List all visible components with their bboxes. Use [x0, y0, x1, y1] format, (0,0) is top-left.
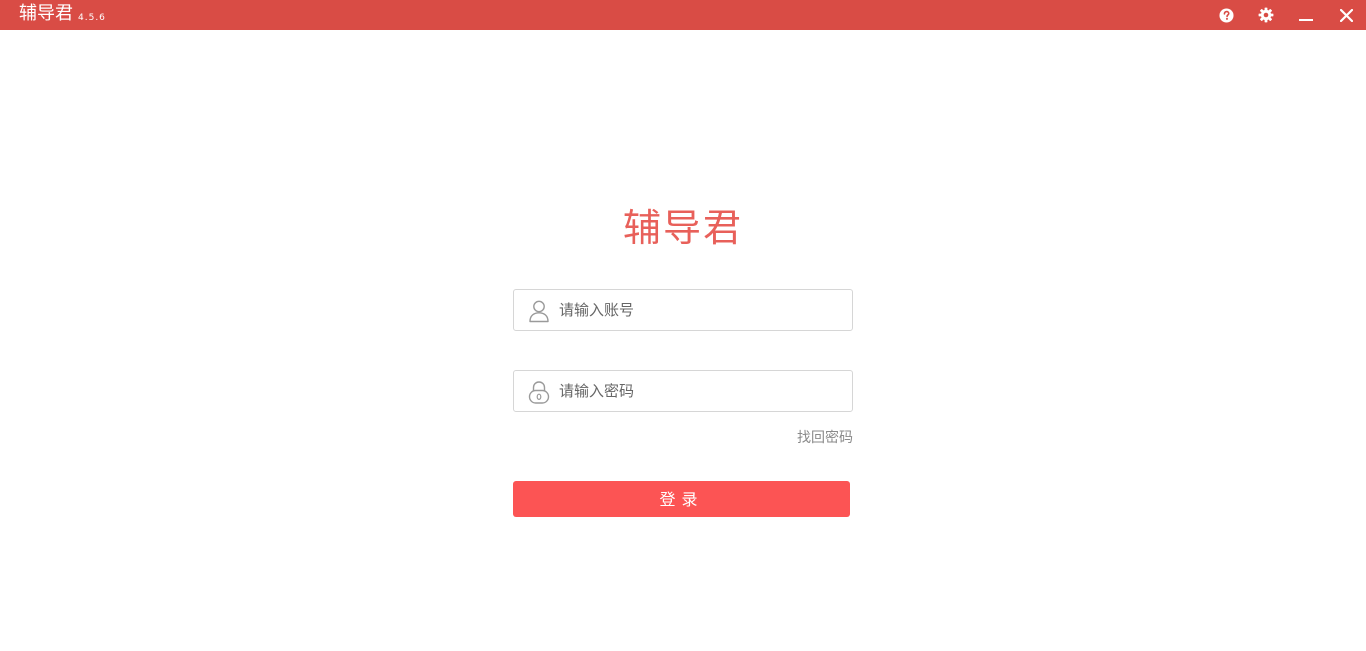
app-version: 4.5.6 [78, 13, 106, 23]
password-input[interactable] [559, 371, 844, 411]
app-title: 辅导君 [19, 3, 73, 24]
account-input[interactable] [559, 290, 844, 330]
minimize-button[interactable] [1296, 5, 1316, 25]
help-icon [1218, 7, 1234, 23]
close-button[interactable] [1336, 5, 1356, 25]
close-icon [1339, 8, 1353, 22]
gear-icon [1258, 7, 1274, 23]
user-icon [529, 300, 549, 323]
forgot-password-link[interactable]: 找回密码 [770, 428, 853, 448]
password-field[interactable] [513, 370, 853, 412]
brand-logo: 辅导君 [622, 206, 743, 250]
minimize-icon [1299, 19, 1313, 21]
title-bar: 辅导君 4.5.6 [0, 0, 1366, 30]
help-button[interactable] [1216, 5, 1236, 25]
settings-button[interactable] [1256, 5, 1276, 25]
account-field[interactable] [513, 289, 853, 331]
login-button[interactable]: 登录 [513, 481, 850, 517]
lock-icon [528, 381, 550, 404]
